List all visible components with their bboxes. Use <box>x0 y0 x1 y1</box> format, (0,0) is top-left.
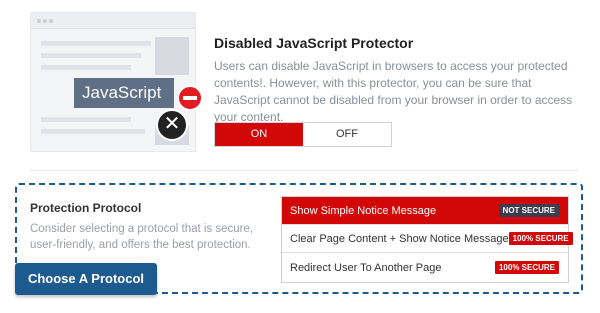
option-label: Show Simple Notice Message <box>290 204 437 217</box>
placeholder-line <box>41 65 131 70</box>
secure-badge: 100% SECURE <box>494 261 559 274</box>
protocol-option-notice[interactable]: Show Simple Notice Message NOT SECURE <box>282 197 568 225</box>
placeholder-line <box>41 53 141 58</box>
placeholder-line <box>41 129 145 134</box>
js-disabled-illustration: JavaScript ✕ <box>30 12 203 152</box>
no-entry-icon <box>177 85 203 111</box>
placeholder-line <box>41 41 151 46</box>
browser-bar <box>31 13 195 29</box>
protocol-title: Protection Protocol <box>30 201 142 215</box>
option-label: Clear Page Content + Show Notice Message <box>290 232 509 245</box>
feature-description: Users can disable JavaScript in browsers… <box>214 59 573 124</box>
on-off-toggle[interactable]: ON OFF <box>214 122 392 147</box>
placeholder-line <box>41 117 131 122</box>
protocol-options-list: Show Simple Notice Message NOT SECURE Cl… <box>281 196 573 283</box>
browser-dot <box>43 19 47 23</box>
option-label: Redirect User To Another Page <box>290 261 442 274</box>
close-icon: ✕ <box>156 109 188 141</box>
protocol-option-redirect[interactable]: Redirect User To Another Page 100% SECUR… <box>282 253 568 282</box>
secure-badge: 100% SECURE <box>508 232 573 245</box>
browser-dot <box>49 19 53 23</box>
feature-title: Disabled JavaScript Protector <box>214 35 414 51</box>
placeholder-block <box>155 37 189 75</box>
protocol-description: Consider selecting a protocol that is se… <box>30 223 254 251</box>
javascript-label: JavaScript <box>74 78 174 108</box>
toggle-off-button[interactable]: OFF <box>303 123 391 146</box>
section-divider <box>30 170 578 171</box>
not-secure-badge: NOT SECURE <box>498 204 559 217</box>
choose-protocol-button[interactable]: Choose A Protocol <box>15 263 157 295</box>
browser-dot <box>37 19 41 23</box>
protocol-option-clear-content[interactable]: Clear Page Content + Show Notice Message… <box>282 225 573 253</box>
toggle-on-button[interactable]: ON <box>215 123 303 146</box>
